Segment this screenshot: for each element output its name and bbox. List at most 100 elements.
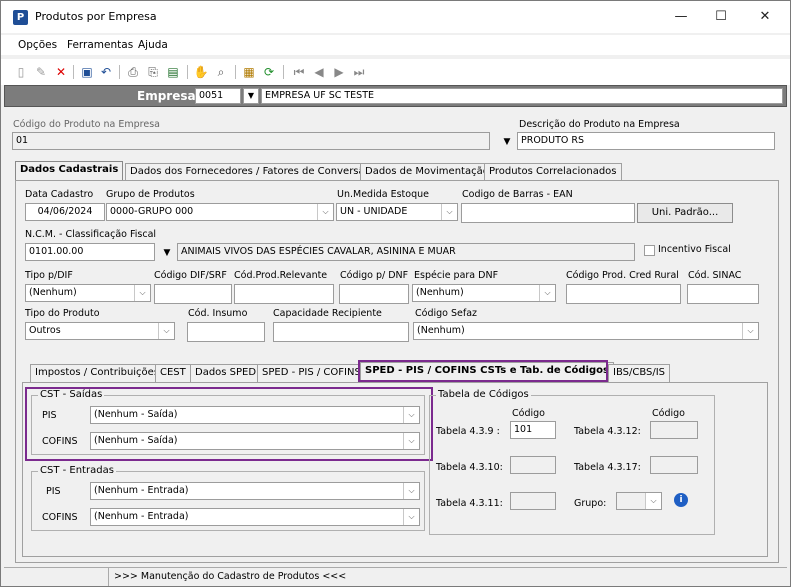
chevron-down-icon: ⌵ bbox=[441, 204, 457, 220]
t4312-label: Tabela 4.3.12: bbox=[574, 426, 641, 437]
last-record-icon[interactable]: ⏭ bbox=[351, 64, 367, 80]
minimize-button[interactable]: — bbox=[661, 5, 701, 29]
ncm-field[interactable]: 0101.00.00 bbox=[25, 243, 155, 261]
tabela-codigos-title: Tabela de Códigos bbox=[436, 389, 531, 400]
status-text: >>> Manutenção do Cadastro de Produtos <… bbox=[114, 571, 347, 582]
toolbar-separator bbox=[73, 65, 74, 79]
tab-sped-pis-cofins[interactable]: SPED - PIS / COFINS bbox=[257, 364, 366, 382]
data-cadastro-field[interactable]: 04/06/2024 bbox=[25, 203, 105, 221]
ean-field[interactable] bbox=[461, 203, 635, 223]
sinac-field[interactable] bbox=[687, 284, 759, 304]
product-dropdown-icon[interactable]: ▼ bbox=[499, 134, 515, 150]
ncm-label: N.C.M. - Classificação Fiscal bbox=[25, 229, 157, 240]
export-icon[interactable]: ▤ bbox=[165, 64, 181, 80]
codigo-header-1: Código bbox=[512, 408, 545, 419]
credrural-field[interactable] bbox=[566, 284, 681, 304]
product-code-label: Código do Produto na Empresa bbox=[13, 119, 160, 130]
menu-ajuda[interactable]: Ajuda bbox=[138, 39, 168, 51]
grupo-select[interactable]: 0000-GRUPO 000 ⌵ bbox=[106, 203, 334, 221]
coddnf-field[interactable] bbox=[339, 284, 409, 304]
codrel-field[interactable] bbox=[234, 284, 334, 304]
hand-icon[interactable]: ✋ bbox=[193, 64, 209, 80]
tab-impostos[interactable]: Impostos / Contribuições bbox=[30, 364, 165, 382]
info-icon[interactable]: i bbox=[674, 493, 688, 507]
t439-field[interactable]: 101 bbox=[510, 421, 556, 439]
codigo-header-2: Código bbox=[652, 408, 685, 419]
refresh-icon[interactable]: ⟳ bbox=[261, 64, 277, 80]
empresa-label: Empresa bbox=[137, 89, 196, 103]
tipoprod-select[interactable]: Outros ⌵ bbox=[25, 322, 175, 340]
delete-icon[interactable]: ✕ bbox=[53, 64, 69, 80]
product-code-field[interactable]: 01 bbox=[12, 132, 490, 150]
chevron-down-icon: ⌵ bbox=[158, 323, 174, 339]
menu-bar: Opções Ferramentas Ajuda bbox=[1, 35, 790, 55]
search-icon[interactable]: ⌕ bbox=[213, 64, 229, 80]
t4317-label: Tabela 4.3.17: bbox=[574, 462, 641, 473]
t4317-field bbox=[650, 456, 698, 474]
tab-correlacionados[interactable]: Produtos Correlacionados bbox=[484, 163, 622, 181]
capacidade-field[interactable] bbox=[273, 322, 409, 342]
credrural-label: Código Prod. Cred Rural bbox=[566, 270, 679, 281]
especie-label: Espécie para DNF bbox=[414, 270, 499, 281]
ncm-dropdown-icon[interactable]: ▼ bbox=[159, 245, 175, 261]
empresa-bar: Empresa 0051 ▼ EMPRESA UF SC TESTE bbox=[4, 85, 787, 107]
first-record-icon[interactable]: ⏮ bbox=[291, 64, 307, 80]
coddif-field[interactable] bbox=[154, 284, 232, 304]
toolbar-separator bbox=[187, 65, 188, 79]
tab-cest[interactable]: CEST bbox=[155, 364, 191, 382]
entradas-cofins-select[interactable]: (Nenhum - Entrada) ⌵ bbox=[90, 508, 420, 526]
menu-ferramentas[interactable]: Ferramentas bbox=[67, 39, 133, 51]
tab-movimentacao[interactable]: Dados de Movimentação bbox=[360, 163, 494, 181]
empresa-dropdown-icon[interactable]: ▼ bbox=[243, 88, 259, 104]
close-button[interactable]: ✕ bbox=[745, 5, 785, 29]
tab-highlight bbox=[358, 360, 608, 382]
grupo-value: 0000-GRUPO 000 bbox=[110, 206, 194, 217]
capacidade-label: Capacidade Recipiente bbox=[273, 308, 382, 319]
t4310-field bbox=[510, 456, 556, 474]
sefaz-label: Código Sefaz bbox=[415, 308, 478, 319]
t439-label: Tabela 4.3.9 : bbox=[436, 426, 500, 437]
print-icon[interactable]: ⎙ bbox=[125, 64, 141, 80]
product-desc-label: Descrição do Produto na Empresa bbox=[519, 119, 680, 130]
properties-icon[interactable]: ▦ bbox=[241, 64, 257, 80]
tabela-codigos-group: Tabela de Códigos Código Código Tabela 4… bbox=[429, 389, 715, 535]
tab-dados-cadastrais[interactable]: Dados Cadastrais bbox=[15, 161, 124, 181]
insumo-field[interactable] bbox=[187, 322, 265, 342]
tab-ibs-cbs-is[interactable]: IBS/CBS/IS bbox=[608, 364, 671, 382]
incentivo-checkbox[interactable] bbox=[644, 245, 655, 256]
grupo-tabela-select[interactable]: ⌵ bbox=[616, 492, 662, 510]
menu-opcoes[interactable]: Opções bbox=[18, 39, 57, 51]
grupo-tabela-label: Grupo: bbox=[574, 498, 607, 509]
next-record-icon[interactable]: ▶ bbox=[331, 64, 347, 80]
edit-icon[interactable]: ✎ bbox=[33, 64, 49, 80]
t4310-label: Tabela 4.3.10: bbox=[436, 462, 503, 473]
new-icon[interactable]: ▯ bbox=[13, 64, 29, 80]
empresa-code-field[interactable]: 0051 bbox=[195, 88, 241, 104]
uni-padrao-button[interactable]: Uni. Padrão... bbox=[637, 203, 733, 223]
tipodif-select[interactable]: (Nenhum) ⌵ bbox=[25, 284, 151, 302]
toolbar-separator bbox=[119, 65, 120, 79]
title-bar: P Produtos por Empresa — ☐ ✕ bbox=[1, 1, 790, 33]
entradas-cofins-label: COFINS bbox=[42, 512, 78, 523]
status-bar: >>> Manutenção do Cadastro de Produtos <… bbox=[4, 567, 787, 586]
tab-fornecedores[interactable]: Dados dos Fornecedores / Fatores de Conv… bbox=[125, 163, 376, 181]
insumo-label: Cód. Insumo bbox=[188, 308, 248, 319]
tab-dados-sped[interactable]: Dados SPED bbox=[190, 364, 262, 382]
cst-entradas-title: CST - Entradas bbox=[38, 465, 116, 476]
undo-icon[interactable]: ↶ bbox=[98, 64, 114, 80]
window-title: Produtos por Empresa bbox=[35, 10, 157, 23]
sefaz-select[interactable]: (Nenhum) ⌵ bbox=[413, 322, 759, 340]
chevron-down-icon: ⌵ bbox=[742, 323, 758, 339]
chevron-down-icon: ⌵ bbox=[317, 204, 333, 220]
sefaz-value: (Nenhum) bbox=[417, 325, 465, 336]
print-preview-icon[interactable]: ⎘ bbox=[145, 64, 161, 80]
product-desc-field[interactable]: PRODUTO RS bbox=[517, 132, 775, 150]
maximize-button[interactable]: ☐ bbox=[701, 5, 741, 29]
t4312-field bbox=[650, 421, 698, 439]
entradas-pis-label: PIS bbox=[46, 486, 61, 497]
prev-record-icon[interactable]: ◀ bbox=[311, 64, 327, 80]
especie-select[interactable]: (Nenhum) ⌵ bbox=[412, 284, 556, 302]
entradas-pis-select[interactable]: (Nenhum - Entrada) ⌵ bbox=[90, 482, 420, 500]
unmedida-select[interactable]: UN - UNIDADE ⌵ bbox=[336, 203, 458, 221]
save-icon[interactable]: ▣ bbox=[79, 64, 95, 80]
